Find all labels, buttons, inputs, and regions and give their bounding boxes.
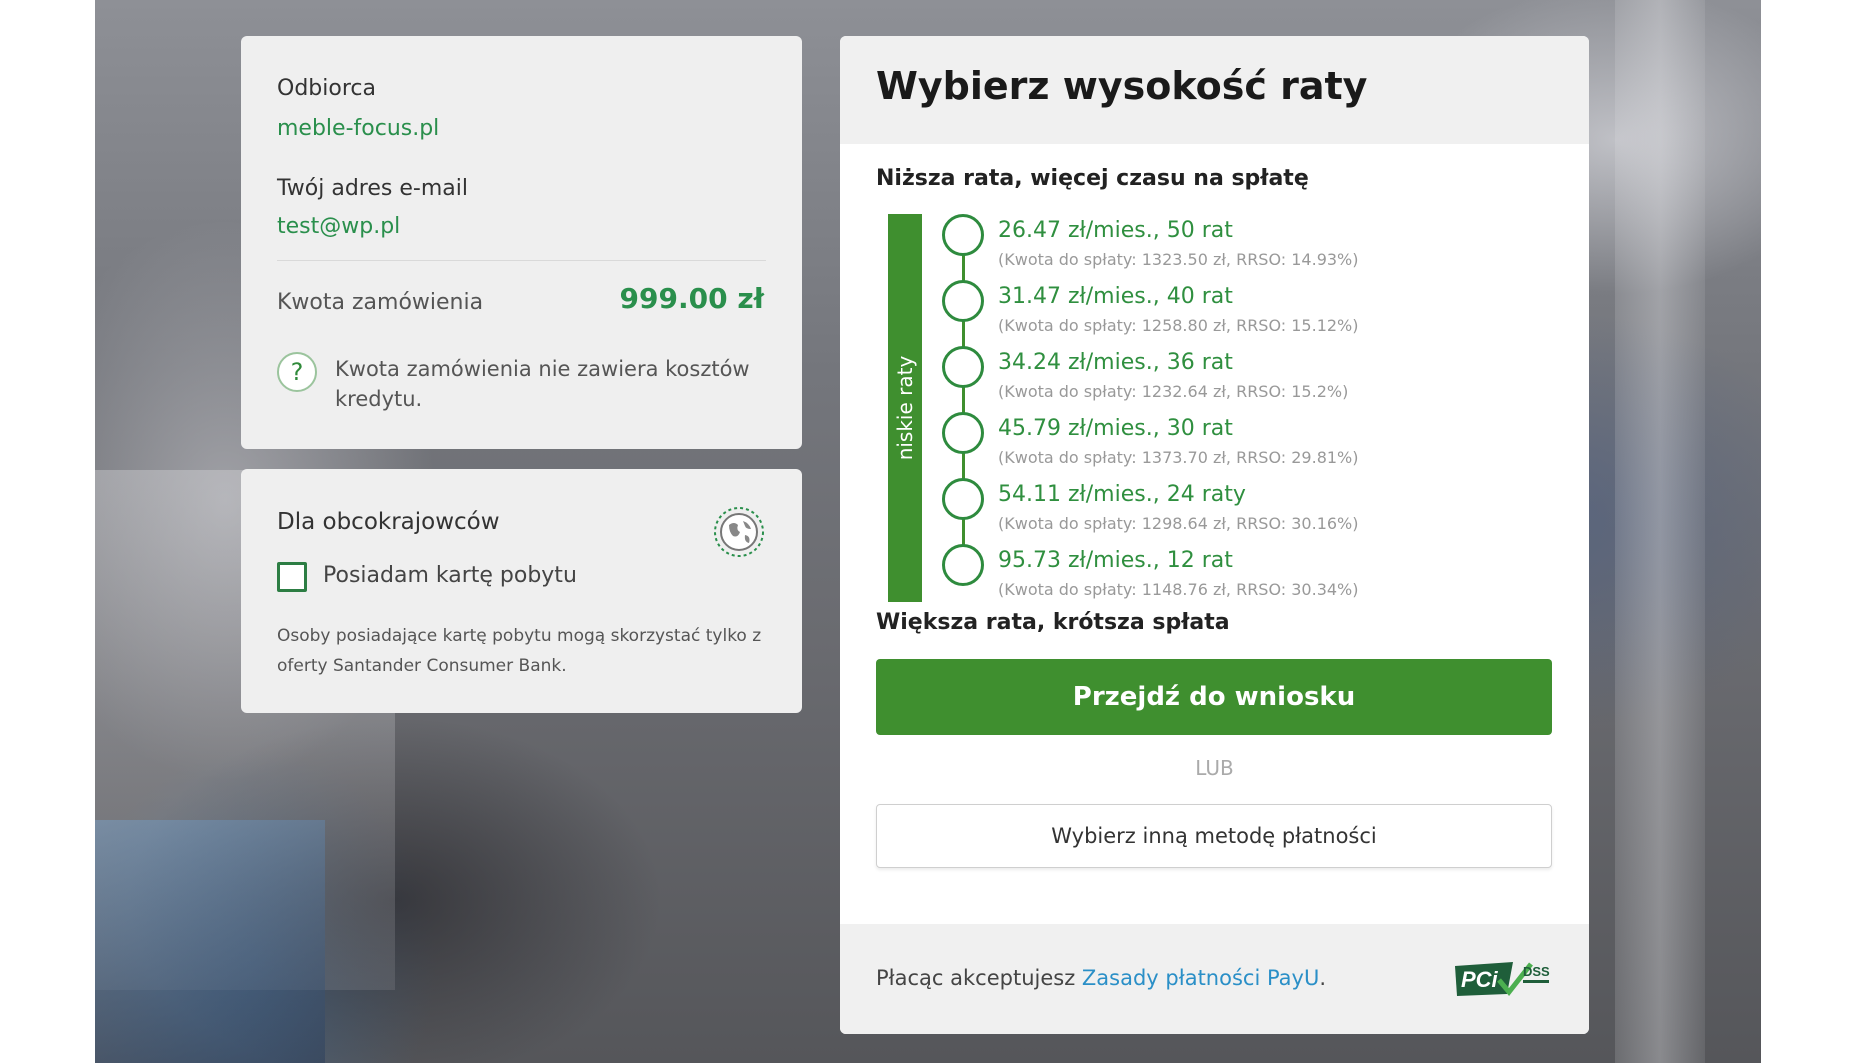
option-rate: 54.11 zł/mies., 24 raty (998, 482, 1246, 507)
option-rate: 34.24 zł/mies., 36 rat (998, 350, 1233, 375)
divider (277, 260, 766, 261)
installment-option[interactable]: 45.79 zł/mies., 30 rat (Kwota do spłaty:… (942, 412, 1542, 476)
recipient-label: Odbiorca (277, 76, 376, 101)
option-details: (Kwota do spłaty: 1373.70 zł, RRSO: 29.8… (998, 448, 1359, 467)
choose-other-payment-button[interactable]: Wybierz inną metodę płatności (876, 804, 1552, 868)
amount-note: Kwota zamówienia nie zawiera kosztów kre… (335, 357, 750, 411)
option-details: (Kwota do spłaty: 1232.64 zł, RRSO: 15.2… (998, 382, 1349, 401)
background-pole (1615, 0, 1705, 1063)
installment-option[interactable]: 95.73 zł/mies., 12 rat (Kwota do spłaty:… (942, 544, 1542, 608)
installment-option[interactable]: 31.47 zł/mies., 40 rat (Kwota do spłaty:… (942, 280, 1542, 344)
foreigners-card: Dla obcokrajowców Posiadam kartę pobytu … (241, 469, 802, 713)
recipient-value[interactable]: meble-focus.pl (277, 116, 439, 141)
question-mark-icon[interactable]: ? (277, 352, 317, 392)
option-details: (Kwota do spłaty: 1148.76 zł, RRSO: 30.3… (998, 580, 1359, 599)
installments-card: Wybierz wysokość raty Niższa rata, więce… (840, 36, 1589, 1034)
proceed-to-application-button[interactable]: Przejdź do wniosku (876, 659, 1552, 735)
amount-value: 999.00 zł (619, 282, 764, 315)
amount-label: Kwota zamówienia (277, 290, 484, 315)
radio-circle-icon[interactable] (942, 478, 984, 520)
option-details: (Kwota do spłaty: 1258.80 zł, RRSO: 15.1… (998, 316, 1359, 335)
footer-prefix: Płacąc akceptujesz (876, 966, 1082, 990)
radio-circle-icon[interactable] (942, 214, 984, 256)
footer: Płacąc akceptujesz Zasady płatności PayU… (840, 924, 1589, 1034)
recipient-card: Odbiorca meble-focus.pl Twój adres e-mai… (241, 36, 802, 449)
email-value: test@wp.pl (277, 214, 401, 239)
installments-header: Wybierz wysokość raty (840, 36, 1589, 144)
or-separator: LUB (1195, 756, 1234, 780)
option-rate: 45.79 zł/mies., 30 rat (998, 416, 1233, 441)
radio-circle-icon[interactable] (942, 346, 984, 388)
installment-option[interactable]: 54.11 zł/mies., 24 raty (Kwota do spłaty… (942, 478, 1542, 542)
option-rate: 95.73 zł/mies., 12 rat (998, 548, 1233, 573)
footer-suffix: . (1319, 966, 1327, 990)
dss-text: DSS (1523, 964, 1550, 979)
page-title: Wybierz wysokość raty (876, 64, 1368, 108)
pci-text: PCi (1461, 967, 1499, 992)
residence-card-label[interactable]: Posiadam kartę pobytu (323, 563, 577, 588)
radio-circle-icon[interactable] (942, 544, 984, 586)
residence-card-checkbox[interactable] (277, 562, 307, 592)
pci-dss-logo: PCi DSS (1455, 962, 1550, 996)
bottom-hint: Większa rata, krótsza spłata (876, 610, 1230, 635)
option-details: (Kwota do spłaty: 1323.50 zł, RRSO: 14.9… (998, 250, 1359, 269)
installment-option[interactable]: 26.47 zł/mies., 50 rat (Kwota do spłaty:… (942, 214, 1542, 278)
radio-circle-icon[interactable] (942, 412, 984, 454)
option-rate: 31.47 zł/mies., 40 rat (998, 284, 1233, 309)
foreigners-title: Dla obcokrajowców (277, 509, 500, 535)
background-screen (95, 820, 325, 1063)
option-rate: 26.47 zł/mies., 50 rat (998, 218, 1233, 243)
top-hint: Niższa rata, więcej czasu na spłatę (876, 166, 1309, 191)
option-details: (Kwota do spłaty: 1298.64 zł, RRSO: 30.1… (998, 514, 1359, 533)
foreigners-note: Osoby posiadające kartę pobytu mogą skor… (277, 626, 762, 676)
radio-circle-icon[interactable] (942, 280, 984, 322)
email-label: Twój adres e-mail (277, 176, 468, 201)
footer-text: Płacąc akceptujesz Zasady płatności PayU… (876, 966, 1326, 990)
low-installments-label: niskie raty (893, 355, 917, 461)
globe-icon (714, 507, 764, 557)
installment-option[interactable]: 34.24 zł/mies., 36 rat (Kwota do spłaty:… (942, 346, 1542, 410)
payu-terms-link[interactable]: Zasady płatności PayU (1082, 966, 1319, 990)
